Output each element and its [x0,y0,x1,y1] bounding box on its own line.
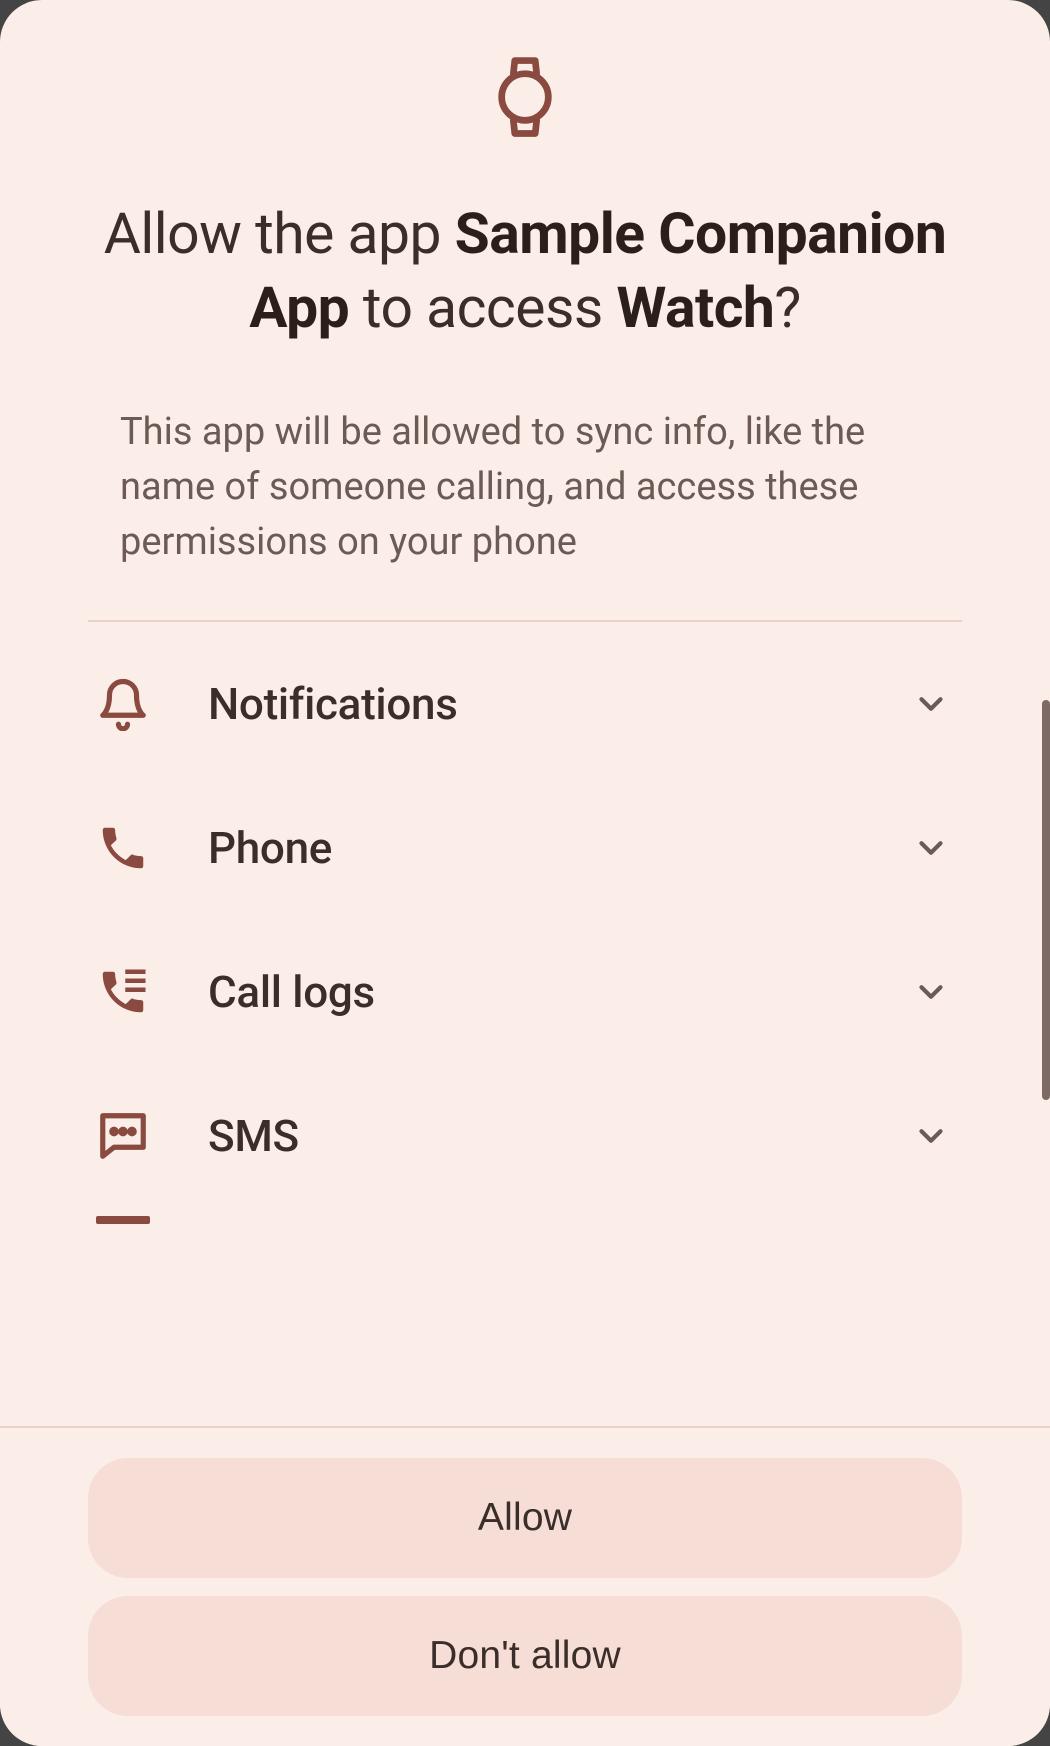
dialog-actions: Allow Don't allow [0,1426,1050,1746]
bell-icon [96,677,150,731]
permission-label: Phone [150,822,912,874]
scroll-indicator[interactable] [1042,700,1050,1100]
permission-label: Notifications [150,678,912,730]
title-middle: to access [349,274,616,341]
chevron-down-icon [912,685,950,723]
permission-item-phone[interactable]: Phone [88,776,962,920]
allow-button[interactable]: Allow [88,1458,962,1578]
permission-label: Call logs [150,966,912,1018]
dialog-title: Allow the app Sample Companion App to ac… [90,197,960,345]
title-prefix: Allow the app [104,200,455,267]
target-device: Watch [616,274,774,341]
sms-icon [96,1109,150,1163]
dialog-header: Allow the app Sample Companion App to ac… [0,0,1050,345]
watch-icon [490,55,560,139]
call-logs-icon [96,965,150,1019]
dialog-description: This app will be allowed to sync info, l… [0,345,1050,570]
chevron-down-icon [912,1117,950,1155]
partial-icon-fragment [96,1216,150,1224]
permission-list: Notifications Phone Call logs [0,622,1050,1426]
title-suffix: ? [774,274,800,341]
permission-item-notifications[interactable]: Notifications [88,632,962,776]
phone-icon [96,821,150,875]
chevron-down-icon [912,829,950,867]
permission-item-partial [88,1208,962,1226]
permission-item-call-logs[interactable]: Call logs [88,920,962,1064]
permission-item-sms[interactable]: SMS [88,1064,962,1208]
chevron-down-icon [912,973,950,1011]
permission-dialog: Allow the app Sample Companion App to ac… [0,0,1050,1746]
deny-button[interactable]: Don't allow [88,1596,962,1716]
permission-label: SMS [150,1110,912,1162]
